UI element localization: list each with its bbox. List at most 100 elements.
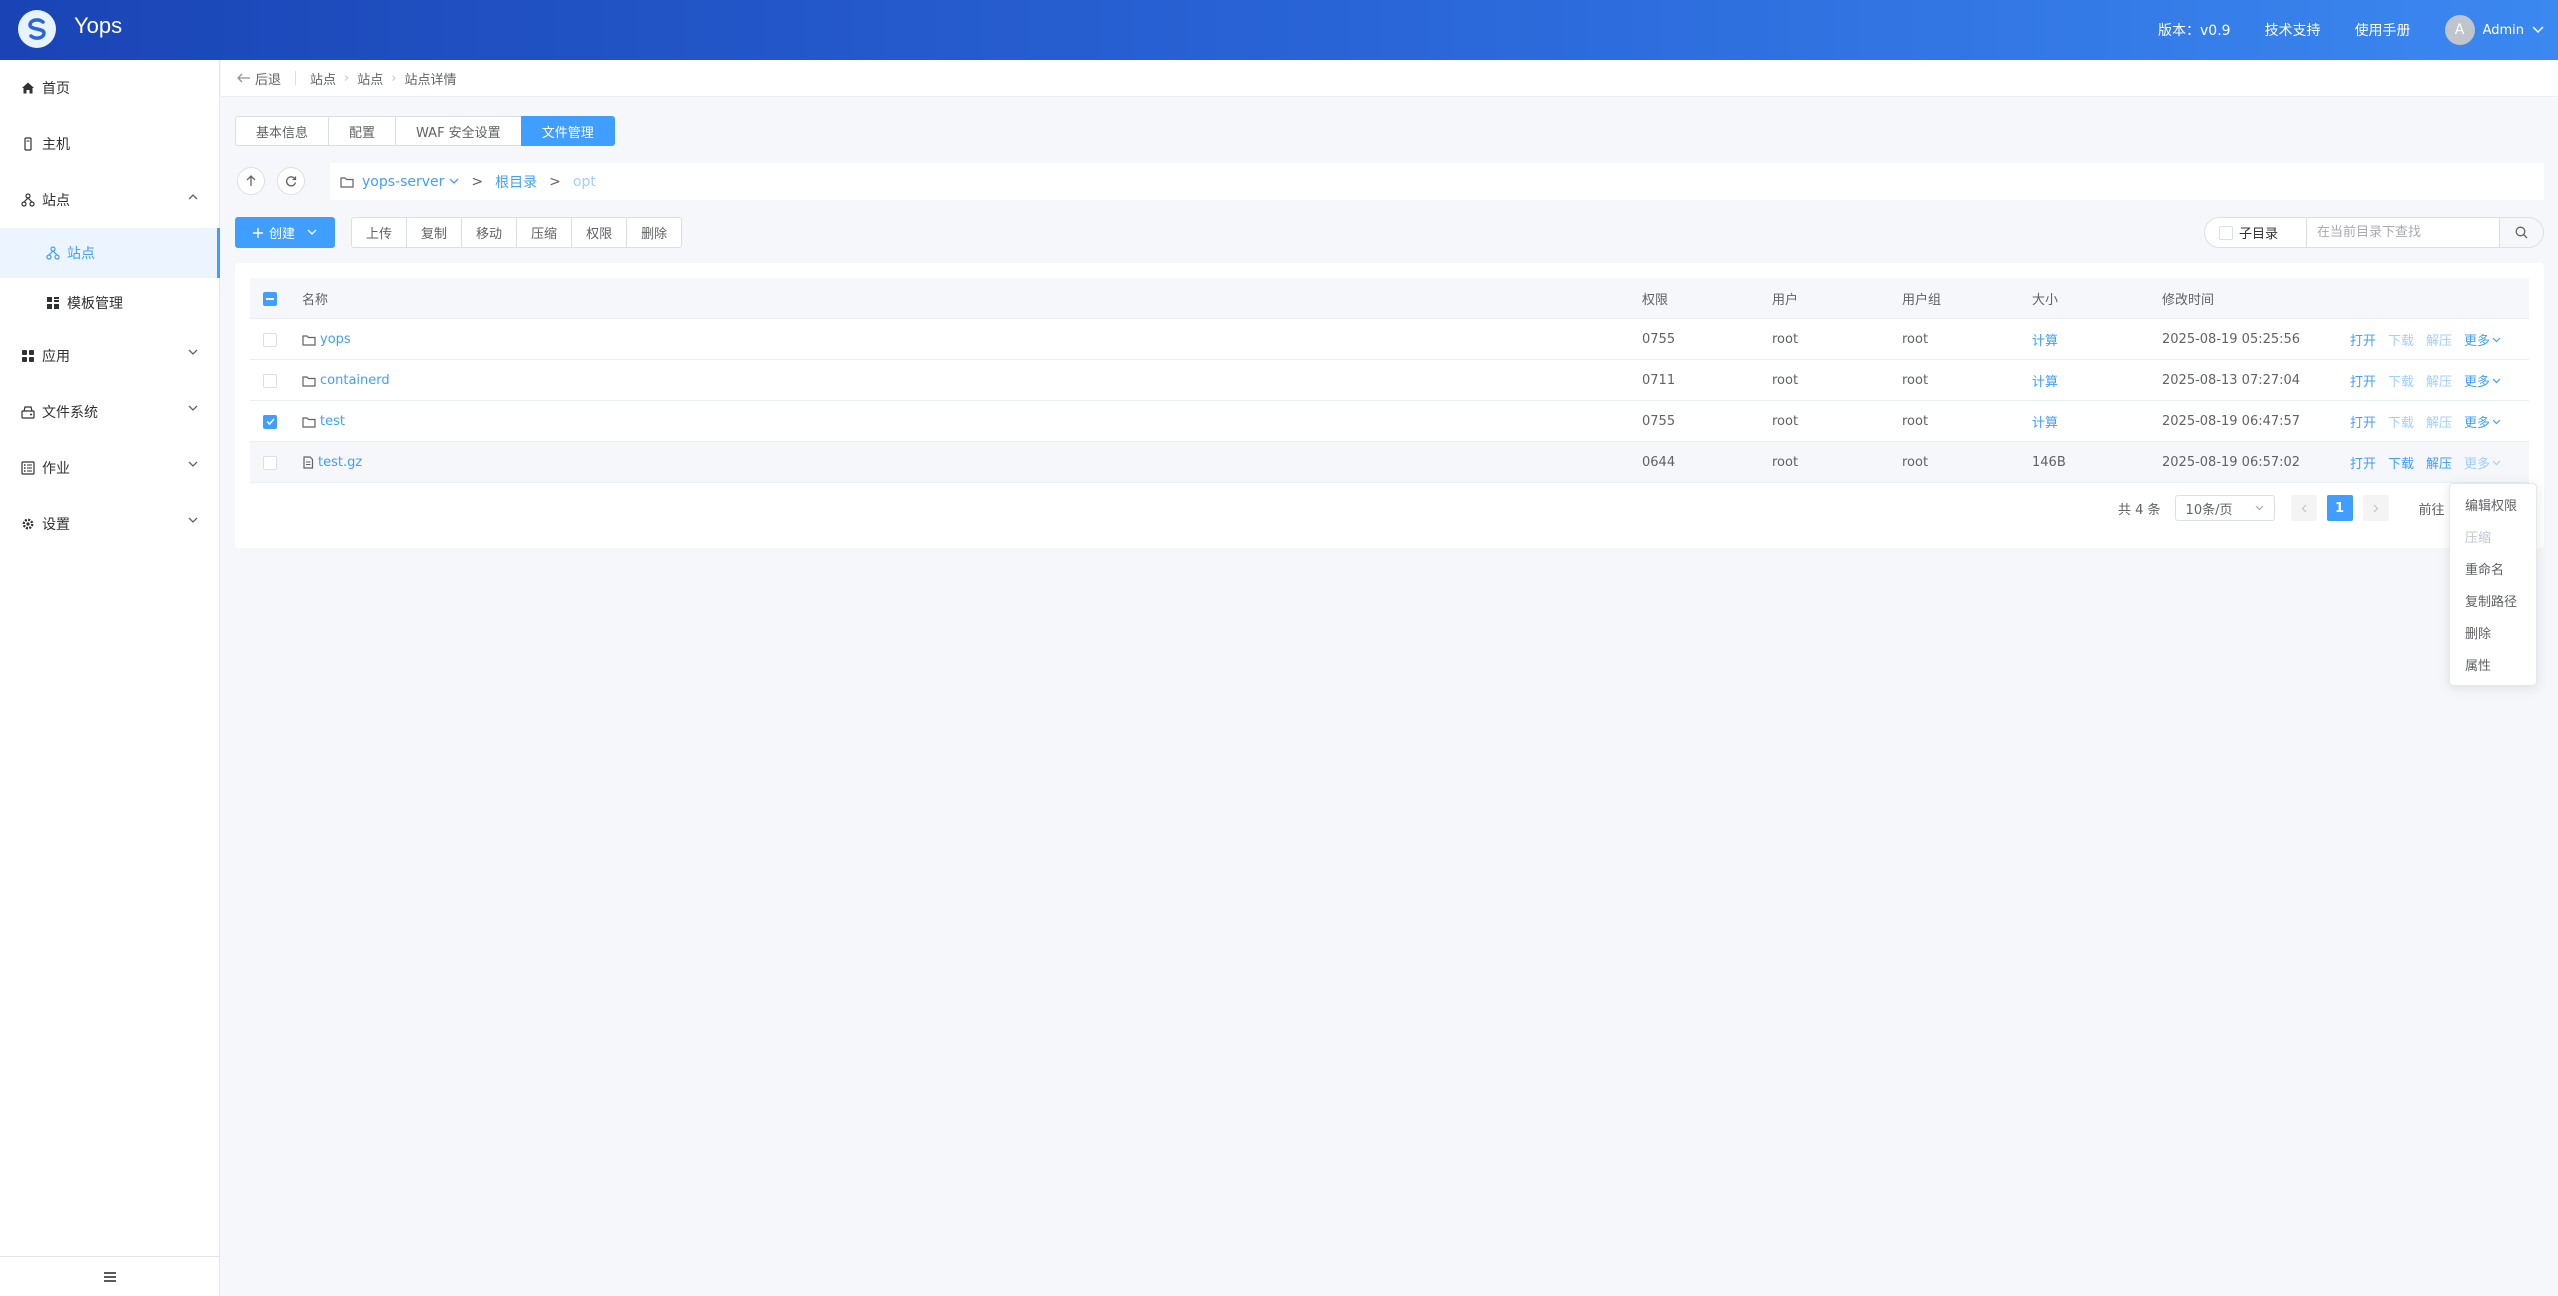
open-link[interactable]: 打开: [2350, 330, 2376, 349]
check-icon: [265, 418, 275, 425]
page-number[interactable]: 1: [2326, 495, 2353, 521]
prev-page-button[interactable]: [2290, 495, 2317, 521]
row-checkbox[interactable]: [263, 414, 277, 429]
plus-icon: [252, 227, 263, 238]
page-size-select[interactable]: 10条/页: [2174, 495, 2275, 521]
subdir-checkbox[interactable]: 子目录: [2204, 217, 2307, 248]
tab-basic-info[interactable]: 基本信息: [235, 116, 330, 146]
row-select-cell: [250, 360, 290, 401]
next-page-button[interactable]: [2362, 495, 2389, 521]
more-dropdown[interactable]: 更多: [2464, 412, 2501, 431]
more-dropdown[interactable]: 更多: [2464, 371, 2501, 390]
checkbox[interactable]: [2219, 225, 2233, 240]
breadcrumb-item[interactable]: 站点: [357, 69, 383, 88]
chevron-down-icon: [188, 405, 198, 411]
group-value: root: [1902, 414, 1929, 429]
menu-item-properties[interactable]: 属性: [2450, 648, 2536, 680]
extract-link[interactable]: 解压: [2426, 453, 2452, 472]
delete-button[interactable]: 删除: [626, 217, 683, 248]
create-button[interactable]: 创建: [235, 217, 335, 248]
select-all-checkbox[interactable]: [263, 291, 277, 306]
sidebar-item-filesystem[interactable]: 文件系统: [0, 384, 220, 440]
table-header: 名称 权限 用户 用户组 大小 修改时间: [250, 278, 2529, 319]
table-row[interactable]: yops 0755 root root 计算 2025-08-19 05:25:…: [250, 319, 2529, 360]
extract-link[interactable]: 解压: [2426, 412, 2452, 431]
back-button[interactable]: 后退: [237, 69, 281, 88]
download-link[interactable]: 下载: [2388, 371, 2414, 390]
table-row[interactable]: test 0755 root root 计算 2025-08-19 06:47:…: [250, 401, 2529, 442]
table-row[interactable]: test.gz 0644 root root 146B 2025-08-19 0…: [250, 442, 2529, 483]
more-dropdown[interactable]: 更多: [2464, 453, 2501, 472]
apps-icon: [20, 348, 36, 364]
sidebar-item-templates[interactable]: 模板管理: [0, 278, 220, 328]
host-select[interactable]: yops-server: [362, 174, 459, 190]
menu-item-edit-permission[interactable]: 编辑权限: [2450, 488, 2536, 520]
menu-item-rename[interactable]: 重命名: [2450, 552, 2536, 584]
calculate-size-link[interactable]: 计算: [2032, 330, 2058, 349]
row-actions: 打开 下载 解压 更多: [2350, 360, 2501, 401]
search-button[interactable]: [2500, 217, 2544, 248]
sidebar-item-sites[interactable]: 站点: [0, 172, 220, 228]
menu-item-delete[interactable]: 删除: [2450, 616, 2536, 648]
copy-button[interactable]: 复制: [406, 217, 463, 248]
compress-button[interactable]: 压缩: [516, 217, 573, 248]
tab-config[interactable]: 配置: [328, 116, 397, 146]
support-link[interactable]: 技术支持: [2265, 20, 2321, 40]
extract-link[interactable]: 解压: [2426, 371, 2452, 390]
header-group: 用户组: [1902, 293, 1942, 308]
row-checkbox[interactable]: [263, 455, 277, 470]
avatar: A: [2444, 15, 2475, 45]
total-count: 共 4 条: [2118, 502, 2161, 518]
folder-icon: [340, 176, 354, 188]
mtime-value: 2025-08-19 06:47:57: [2162, 414, 2301, 429]
file-name-link[interactable]: test: [302, 414, 345, 429]
file-name-link[interactable]: test.gz: [302, 455, 362, 470]
tab-waf[interactable]: WAF 安全设置: [395, 116, 522, 146]
divider: [295, 71, 297, 85]
sidebar-item-host[interactable]: 主机: [0, 116, 220, 172]
open-link[interactable]: 打开: [2350, 453, 2376, 472]
sidebar-item-settings[interactable]: 设置: [0, 496, 220, 552]
path-root-link[interactable]: 根目录: [495, 172, 537, 192]
collapse-sidebar-button[interactable]: [0, 1256, 220, 1296]
download-link[interactable]: 下载: [2388, 330, 2414, 349]
download-link[interactable]: 下载: [2388, 453, 2414, 472]
file-name-link[interactable]: yops: [302, 332, 351, 347]
permission-button[interactable]: 权限: [571, 217, 628, 248]
calculate-size-link[interactable]: 计算: [2032, 412, 2058, 431]
open-link[interactable]: 打开: [2350, 371, 2376, 390]
upload-button[interactable]: 上传: [351, 217, 408, 248]
menu-item-compress[interactable]: 压缩: [2450, 520, 2536, 552]
breadcrumb-item[interactable]: 站点: [310, 69, 336, 88]
menu-item-copy-path[interactable]: 复制路径: [2450, 584, 2536, 616]
search-input[interactable]: [2307, 217, 2500, 248]
manual-link[interactable]: 使用手册: [2355, 20, 2411, 40]
sidebar-item-apps[interactable]: 应用: [0, 328, 220, 384]
sidebar-item-sites-sub[interactable]: 站点: [0, 228, 220, 278]
download-link[interactable]: 下载: [2388, 412, 2414, 431]
parent-dir-button[interactable]: [237, 167, 265, 195]
user-menu[interactable]: A Admin: [2444, 15, 2544, 45]
open-link[interactable]: 打开: [2350, 412, 2376, 431]
header-size: 大小: [2032, 293, 2059, 308]
tab-file-management[interactable]: 文件管理: [520, 116, 615, 146]
header-name[interactable]: 名称: [302, 278, 328, 319]
row-checkbox[interactable]: [263, 332, 277, 347]
file-name-link[interactable]: containerd: [302, 373, 390, 388]
back-label: 后退: [255, 72, 282, 88]
move-button[interactable]: 移动: [461, 217, 518, 248]
table-row[interactable]: containerd 0711 root root 计算 2025-08-13 …: [250, 360, 2529, 401]
row-checkbox[interactable]: [263, 373, 277, 388]
refresh-button[interactable]: [277, 167, 305, 195]
sidebar-item-home[interactable]: 首页: [0, 60, 220, 116]
sidebar-item-jobs[interactable]: 作业: [0, 440, 220, 496]
filesystem-icon: [20, 404, 36, 420]
yops-logo-icon[interactable]: [18, 10, 56, 48]
calculate-size-link[interactable]: 计算: [2032, 371, 2058, 390]
more-dropdown[interactable]: 更多: [2464, 330, 2501, 349]
extract-link[interactable]: 解压: [2426, 330, 2452, 349]
menu-icon: [104, 1271, 116, 1282]
header-actions: 版本：v0.9 技术支持 使用手册 A Admin: [2158, 0, 2544, 60]
more-label: 更多: [2464, 416, 2491, 431]
chevron-down-icon: [449, 178, 459, 184]
